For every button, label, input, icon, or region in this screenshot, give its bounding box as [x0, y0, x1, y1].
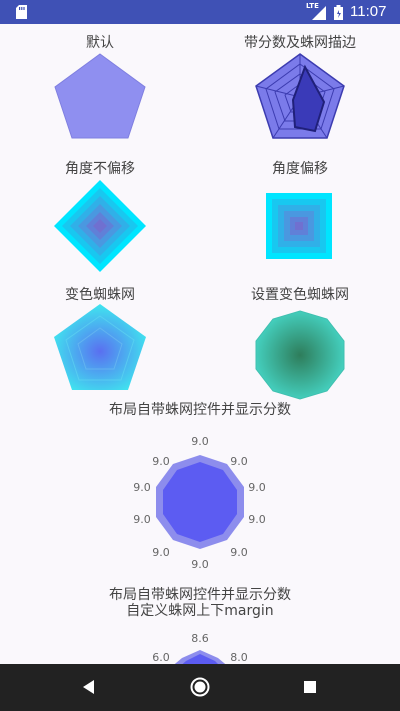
- sd-card-icon: [16, 5, 27, 19]
- spider-chart-set-color: [255, 310, 345, 400]
- spider-chart-layout-margin: [174, 650, 226, 664]
- battery-icon: [334, 5, 343, 20]
- spider-chart-color-change: [54, 304, 146, 390]
- score-label: 9.0: [191, 558, 209, 571]
- spider-chart-default: [54, 53, 146, 139]
- chart-label-set-color: 设置变色蜘蛛网: [251, 287, 349, 303]
- back-icon[interactable]: [76, 674, 102, 700]
- spider-chart-layout-scores: [156, 455, 244, 549]
- clock: 11:07: [350, 3, 387, 20]
- chart-label-angle-fixed: 角度不偏移: [65, 161, 135, 177]
- status-bar: LTE 11:07: [0, 0, 400, 24]
- score-label: 8.6: [191, 632, 209, 645]
- chart-label-angle-offset: 角度偏移: [272, 161, 328, 177]
- signal-icon: [312, 6, 326, 20]
- home-icon[interactable]: [187, 674, 213, 700]
- navigation-bar: [0, 664, 400, 711]
- scroll-content[interactable]: 默认 带分数及蛛网描边 角度不偏移 角度偏移 变色蜘蛛网 设置变色蜘蛛网 布局自…: [0, 24, 400, 664]
- spider-chart-angle-fixed: [54, 180, 146, 272]
- recents-icon[interactable]: [297, 674, 323, 700]
- score-label: 9.0: [191, 435, 209, 448]
- chart-label-layout-scores: 布局自带蛛网控件并显示分数: [109, 402, 291, 418]
- chart-label-default: 默认: [86, 35, 114, 51]
- chart-label-layout-margin-2: 自定义蛛网上下margin: [126, 603, 274, 619]
- spider-chart-score-border: [255, 53, 345, 139]
- spider-chart-angle-offset: [266, 193, 332, 259]
- chart-label-score-border: 带分数及蛛网描边: [244, 35, 356, 51]
